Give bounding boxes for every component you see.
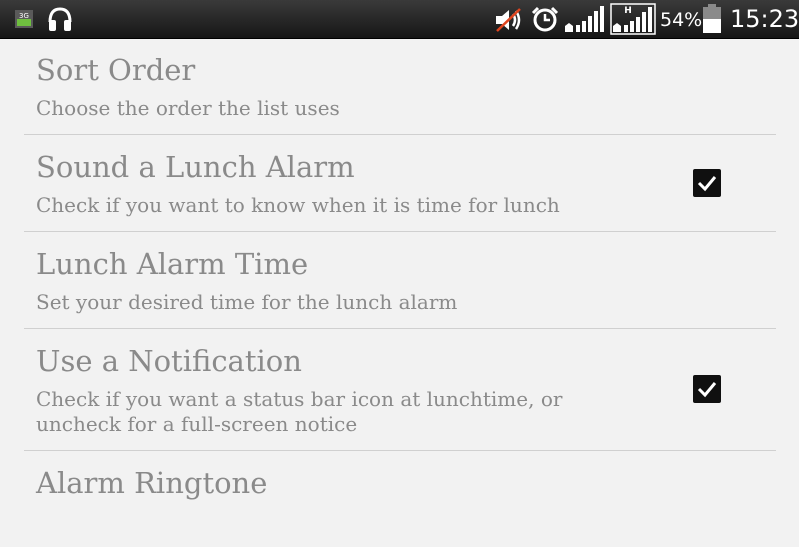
pref-summary: Check if you want to know when it is tim… xyxy=(36,193,560,217)
pref-lunch-alarm-time[interactable]: Lunch Alarm Time Set your desired time f… xyxy=(24,232,776,329)
pref-use-notification[interactable]: Use a Notification Check if you want a s… xyxy=(24,329,776,451)
battery-percent: 54% xyxy=(660,9,703,31)
pref-title: Alarm Ringtone xyxy=(36,466,268,500)
checkmark-icon xyxy=(697,176,717,192)
notification-checkbox[interactable] xyxy=(693,375,721,403)
pref-title: Lunch Alarm Time xyxy=(36,247,309,281)
pref-summary: Set your desired time for the lunch alar… xyxy=(36,290,458,314)
3g-data-icon: 3G xyxy=(15,10,33,32)
signal-strength-icon xyxy=(564,5,606,37)
pref-alarm-ringtone[interactable]: Alarm Ringtone xyxy=(24,451,776,547)
pref-sort-order[interactable]: Sort Order Choose the order the list use… xyxy=(24,38,776,135)
status-bar: 3G H 54% 15:23 xyxy=(0,0,799,39)
pref-summary: Choose the order the list uses xyxy=(36,96,340,120)
clock: 15:23 xyxy=(730,5,799,33)
pref-title: Sort Order xyxy=(36,53,196,87)
pref-title: Use a Notification xyxy=(36,344,302,378)
checkmark-icon xyxy=(697,382,717,398)
alarm-clock-icon xyxy=(530,5,560,37)
hspa-label: H xyxy=(624,6,632,16)
pref-title: Sound a Lunch Alarm xyxy=(36,150,355,184)
pref-lunch-alarm[interactable]: Sound a Lunch Alarm Check if you want to… xyxy=(24,135,776,232)
lunch-alarm-checkbox[interactable] xyxy=(693,169,721,197)
pref-summary: Check if you want a status bar icon at l… xyxy=(36,387,563,436)
headphones-icon xyxy=(47,6,73,38)
muted-speaker-icon xyxy=(494,6,524,38)
battery-icon xyxy=(702,4,722,38)
hspa-signal-icon: H xyxy=(610,3,656,39)
network-type-label: 3G xyxy=(19,12,29,20)
